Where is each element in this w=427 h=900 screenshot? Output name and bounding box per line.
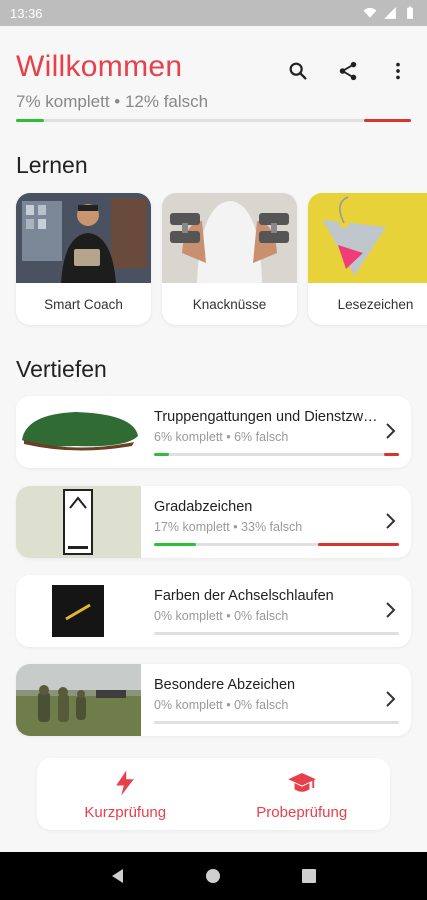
beret-image	[16, 396, 141, 468]
lightning-icon	[116, 770, 134, 795]
topic-title: Gradabzeichen	[154, 499, 253, 515]
overall-progress-bar	[16, 119, 411, 122]
topic-progress-bar	[154, 543, 399, 546]
topic-text: Gradabzeichen 17% komplett • 33% falsch	[154, 499, 382, 534]
topic-wrong-fill	[318, 543, 399, 546]
status-icons	[363, 6, 417, 20]
recents-icon[interactable]	[300, 867, 318, 885]
header: Willkommen 7% komplett • 12% falsch	[16, 50, 411, 112]
topic-item-achselschlaufen[interactable]: Farben der Achselschlaufen 0% komplett •…	[16, 575, 411, 647]
topic-item-gradabzeichen[interactable]: Gradabzeichen 17% komplett • 33% falsch	[16, 486, 411, 558]
topic-status: 6% komplett • 6% falsch	[154, 430, 289, 444]
status-bar: 13:36	[0, 0, 427, 26]
main-screen: Willkommen 7% komplett • 12% falsch Lern…	[0, 26, 427, 852]
topic-item-truppengattungen[interactable]: Truppengattungen und Dienstzweige 6% kom…	[16, 396, 411, 468]
quick-exam-button[interactable]: Kurzprüfung	[37, 758, 214, 830]
battery-icon	[407, 6, 413, 19]
topic-title: Farben der Achselschlaufen	[154, 588, 334, 604]
learn-card-label: Lesezeichen	[337, 296, 414, 312]
learn-cards: Smart Coach Knacknüsse Lesezeichen	[16, 193, 427, 325]
topic-progress-bar	[154, 453, 399, 456]
topic-title: Truppengattungen und Dienstzweige	[154, 409, 382, 425]
search-button[interactable]	[285, 58, 311, 84]
rank-insignia-image	[16, 486, 141, 558]
signal-icon	[384, 7, 396, 19]
topic-text: Besondere Abzeichen 0% komplett • 0% fal…	[154, 677, 382, 712]
home-icon[interactable]	[204, 867, 222, 885]
topic-complete-fill	[154, 453, 169, 456]
learn-card-label: Knacknüsse	[192, 296, 267, 312]
learn-card-label: Smart Coach	[44, 296, 123, 312]
learn-card-smart-coach[interactable]: Smart Coach	[16, 193, 151, 325]
topic-status: 0% komplett • 0% falsch	[154, 698, 289, 712]
topic-text: Truppengattungen und Dienstzweige 6% kom…	[154, 409, 382, 444]
more-vert-icon	[396, 62, 400, 80]
tag-illustration	[308, 193, 427, 283]
topic-progress-bar	[154, 721, 399, 724]
learn-card-knacknuesse[interactable]: Knacknüsse	[162, 193, 297, 325]
soldiers-photo	[16, 664, 141, 736]
graduation-cap-icon	[288, 772, 316, 792]
deepen-section-title: Vertiefen	[16, 356, 107, 382]
quick-exam-label: Kurzprüfung	[84, 803, 167, 821]
overall-progress-text: 7% komplett • 12% falsch	[16, 92, 209, 111]
topic-status: 17% komplett • 33% falsch	[154, 520, 303, 534]
exam-actions: Kurzprüfung Probeprüfung	[37, 758, 390, 830]
coach-photo	[16, 193, 151, 283]
shoulder-loop-image	[16, 575, 141, 647]
chevron-right-icon	[386, 691, 396, 707]
trial-exam-button[interactable]: Probeprüfung	[214, 758, 391, 830]
learn-card-lesezeichen[interactable]: Lesezeichen	[308, 193, 427, 325]
wifi-icon	[363, 8, 377, 18]
overall-complete-fill	[16, 119, 44, 122]
topic-item-besondere-abzeichen[interactable]: Besondere Abzeichen 0% komplett • 0% fal…	[16, 664, 411, 736]
overall-wrong-fill	[363, 119, 411, 122]
more-options-button[interactable]	[385, 58, 411, 84]
topic-wrong-fill	[384, 453, 399, 456]
topic-complete-fill	[154, 543, 196, 546]
search-icon	[289, 62, 307, 80]
chevron-right-icon	[386, 513, 396, 529]
topic-status: 0% komplett • 0% falsch	[154, 609, 289, 623]
dumbbell-photo	[162, 193, 297, 283]
topic-progress-bar	[154, 632, 399, 635]
top-actions	[285, 58, 411, 84]
chevron-right-icon	[386, 423, 396, 439]
trial-exam-label: Probeprüfung	[256, 803, 348, 821]
system-navigation-bar	[0, 852, 427, 900]
share-icon	[339, 61, 357, 81]
learn-section-title: Lernen	[16, 152, 88, 178]
back-icon[interactable]	[109, 867, 127, 885]
topic-text: Farben der Achselschlaufen 0% komplett •…	[154, 588, 382, 623]
share-button[interactable]	[335, 58, 361, 84]
topic-title: Besondere Abzeichen	[154, 677, 296, 693]
status-time: 13:36	[10, 5, 43, 21]
chevron-right-icon	[386, 602, 396, 618]
